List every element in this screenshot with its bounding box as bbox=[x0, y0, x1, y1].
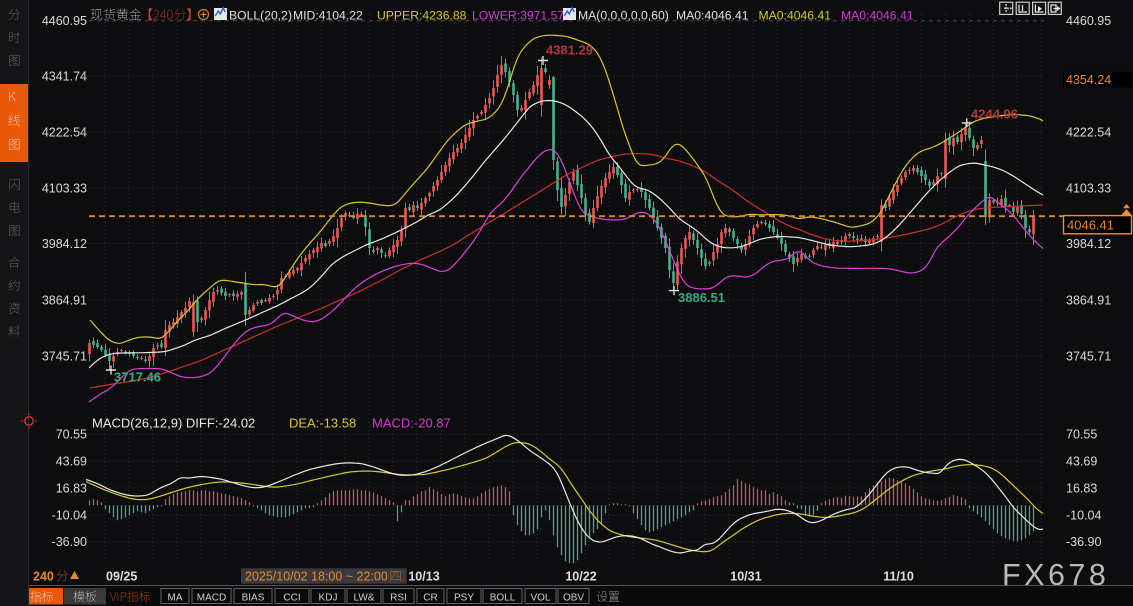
svg-text:4222.54: 4222.54 bbox=[42, 125, 87, 139]
svg-text:3745.71: 3745.71 bbox=[42, 349, 87, 363]
svg-text:09/25: 09/25 bbox=[106, 569, 137, 583]
svg-text:CCI: CCI bbox=[283, 592, 300, 603]
svg-text:3886.51: 3886.51 bbox=[678, 290, 725, 305]
svg-text:VOL: VOL bbox=[530, 592, 550, 603]
svg-text:RSI: RSI bbox=[390, 592, 407, 603]
svg-text:4046.41: 4046.41 bbox=[1067, 217, 1114, 232]
svg-text:MID:4104.22: MID:4104.22 bbox=[293, 8, 363, 22]
svg-text:10/22: 10/22 bbox=[565, 569, 596, 583]
svg-text:3984.12: 3984.12 bbox=[1066, 237, 1111, 251]
svg-text:16.83: 16.83 bbox=[56, 481, 87, 495]
svg-text:70.55: 70.55 bbox=[1066, 428, 1097, 442]
svg-text:LOWER:3971.57: LOWER:3971.57 bbox=[472, 8, 564, 22]
svg-text:240: 240 bbox=[33, 569, 54, 583]
svg-text:BOLL(20,2): BOLL(20,2) bbox=[229, 8, 292, 22]
svg-text:MA0:4046.41: MA0:4046.41 bbox=[841, 8, 914, 22]
svg-text:DEA:-13.58: DEA:-13.58 bbox=[289, 415, 356, 430]
svg-text:CR: CR bbox=[423, 592, 437, 603]
svg-text:43.69: 43.69 bbox=[1066, 455, 1097, 469]
svg-text:11/10: 11/10 bbox=[883, 569, 914, 583]
svg-text:MA0:4046.41: MA0:4046.41 bbox=[676, 8, 749, 22]
svg-text:MACD: MACD bbox=[197, 592, 226, 603]
svg-text:10/13: 10/13 bbox=[408, 569, 439, 583]
svg-text:BOLL: BOLL bbox=[490, 592, 516, 603]
svg-text:4244.96: 4244.96 bbox=[971, 107, 1018, 122]
svg-text:4341.74: 4341.74 bbox=[42, 69, 87, 83]
svg-text:MA(0,0,0,0,0,60): MA(0,0,0,0,0,60) bbox=[578, 8, 669, 22]
svg-text:4103.33: 4103.33 bbox=[42, 181, 87, 195]
svg-text:-36.90: -36.90 bbox=[52, 535, 87, 549]
svg-text:43.69: 43.69 bbox=[56, 455, 87, 469]
svg-text:BIAS: BIAS bbox=[242, 592, 265, 603]
svg-text:UPPER:4236.88: UPPER:4236.88 bbox=[377, 8, 467, 22]
svg-text:4381.29: 4381.29 bbox=[546, 43, 593, 58]
svg-text:-36.90: -36.90 bbox=[1066, 535, 1101, 549]
svg-text:4460.95: 4460.95 bbox=[42, 14, 87, 28]
svg-text:3745.71: 3745.71 bbox=[1066, 349, 1111, 363]
svg-text:4460.95: 4460.95 bbox=[1066, 14, 1111, 28]
svg-text:4103.33: 4103.33 bbox=[1066, 181, 1111, 195]
svg-text:70.55: 70.55 bbox=[56, 428, 87, 442]
svg-text:3717.46: 3717.46 bbox=[114, 370, 161, 385]
svg-text:10/31: 10/31 bbox=[730, 569, 761, 583]
svg-text:3864.91: 3864.91 bbox=[42, 293, 87, 307]
svg-text:MACD:-20.87: MACD:-20.87 bbox=[372, 415, 451, 430]
svg-text:16.83: 16.83 bbox=[1066, 481, 1097, 495]
svg-text:MA0:4046.41: MA0:4046.41 bbox=[759, 8, 832, 22]
svg-text:-10.04: -10.04 bbox=[1066, 508, 1101, 522]
svg-text:PSY: PSY bbox=[454, 592, 474, 603]
svg-text:MACD(26,12,9) DIFF:-24.02: MACD(26,12,9) DIFF:-24.02 bbox=[92, 415, 255, 430]
svg-text:KDJ: KDJ bbox=[319, 592, 338, 603]
svg-text:3984.12: 3984.12 bbox=[42, 237, 87, 251]
svg-text:LW&: LW& bbox=[354, 592, 375, 603]
svg-text:4354.24: 4354.24 bbox=[1066, 73, 1111, 87]
svg-text:4222.54: 4222.54 bbox=[1066, 125, 1111, 139]
svg-text:3864.91: 3864.91 bbox=[1066, 293, 1111, 307]
svg-text:-10.04: -10.04 bbox=[52, 508, 87, 522]
svg-text:2025/10/02 18:00 ~ 22:00: 2025/10/02 18:00 ~ 22:00 bbox=[245, 569, 388, 583]
svg-text:OBV: OBV bbox=[563, 592, 584, 603]
svg-text:MA: MA bbox=[168, 592, 183, 603]
